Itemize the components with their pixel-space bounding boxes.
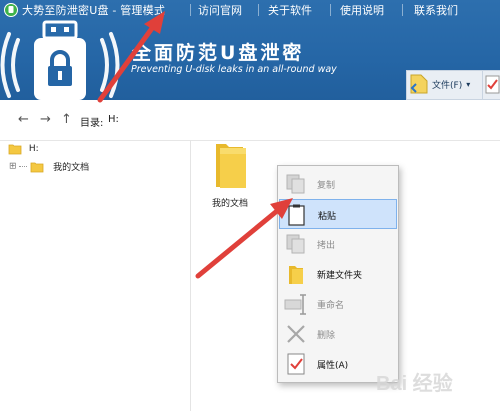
app-icon [4, 3, 18, 17]
menu-separator [330, 4, 331, 16]
new-folder-icon [289, 266, 303, 284]
menu-item-label: 重命名 [317, 301, 345, 311]
forward-arrow-icon[interactable]: → [40, 112, 51, 127]
menu-separator [190, 4, 191, 16]
menu-item-label: 属性(A) [317, 361, 349, 371]
file-menu-button-content[interactable]: 文件(F) ▾ [410, 73, 470, 95]
tree-connector [19, 166, 28, 167]
menu-item-paste[interactable]: 粘贴 [279, 199, 397, 229]
watermark-text: Bai 经验 [376, 371, 453, 395]
checklist-icon [485, 75, 500, 94]
directory-path[interactable]: H: [108, 114, 119, 125]
menu-item-label: 复制 [317, 181, 336, 191]
tree-child-label: 我的文档 [53, 163, 90, 173]
brand-subtitle: Preventing U-disk leaks in an all-round … [131, 64, 337, 75]
usb-lock-logo-icon [0, 20, 120, 100]
folder-label[interactable]: 我的文档 [212, 196, 248, 209]
back-arrow-icon[interactable]: ← [18, 112, 29, 127]
folder-tree [0, 140, 191, 411]
navigation-bar [0, 100, 500, 141]
delete-icon [287, 325, 305, 343]
properties-icon [287, 353, 305, 375]
directory-label: 目录: [80, 118, 104, 129]
menu-separator [402, 4, 403, 16]
title-menu-bar: 大势至防泄密U盘 - 管理模式 访问官网 关于软件 使用说明 联系我们 [0, 0, 500, 20]
chevron-down-icon: ▾ [466, 79, 471, 89]
file-icon [410, 74, 428, 94]
properties-toolbar-button[interactable] [482, 70, 500, 100]
menu-item-label: 删除 [317, 331, 336, 341]
menu-item-rename[interactable]: 重命名 [279, 289, 397, 319]
menu-item-delete[interactable]: 删除 [279, 319, 397, 349]
export-icon [286, 234, 305, 254]
window-title: 大势至防泄密U盘 - 管理模式 [22, 4, 166, 17]
tree-item-my-documents[interactable]: ⊞ 我的文档 [9, 160, 90, 174]
baidu-watermark-icon: Bai 经验 [376, 371, 453, 395]
copy-icon [286, 174, 305, 194]
menu-item-export[interactable]: 拷出 [279, 229, 397, 259]
up-arrow-icon[interactable]: ↑ [61, 112, 72, 127]
menu-visit-website[interactable]: 访问官网 [198, 2, 242, 18]
menu-about[interactable]: 关于软件 [268, 2, 312, 18]
paste-icon [288, 204, 305, 226]
tree-root-label: H: [28, 144, 39, 154]
menu-contact[interactable]: 联系我们 [414, 2, 458, 18]
watermark: Bai 经验 [372, 364, 496, 404]
file-menu-label: 文件(F) [432, 80, 463, 91]
menu-item-copy[interactable]: 复制 [279, 169, 397, 199]
large-folder-icon[interactable] [212, 140, 248, 190]
menu-item-label: 粘贴 [318, 212, 337, 222]
tree-item-root[interactable]: H: [8, 143, 39, 155]
menu-separator [258, 4, 259, 16]
menu-help[interactable]: 使用说明 [340, 2, 384, 18]
brand-title: 全面防范U盘泄密 [132, 42, 305, 64]
menu-item-label: 拷出 [317, 241, 336, 251]
menu-item-label: 新建文件夹 [317, 271, 363, 281]
context-menu: 复制 粘贴 拷出 新建文件夹 重命名 删除 属性(A) [277, 165, 399, 383]
folder-icon [8, 144, 22, 155]
expand-icon[interactable]: ⊞ [9, 162, 17, 172]
folder-icon [30, 162, 44, 172]
rename-icon [284, 294, 306, 315]
menu-item-new-folder[interactable]: 新建文件夹 [279, 259, 397, 289]
